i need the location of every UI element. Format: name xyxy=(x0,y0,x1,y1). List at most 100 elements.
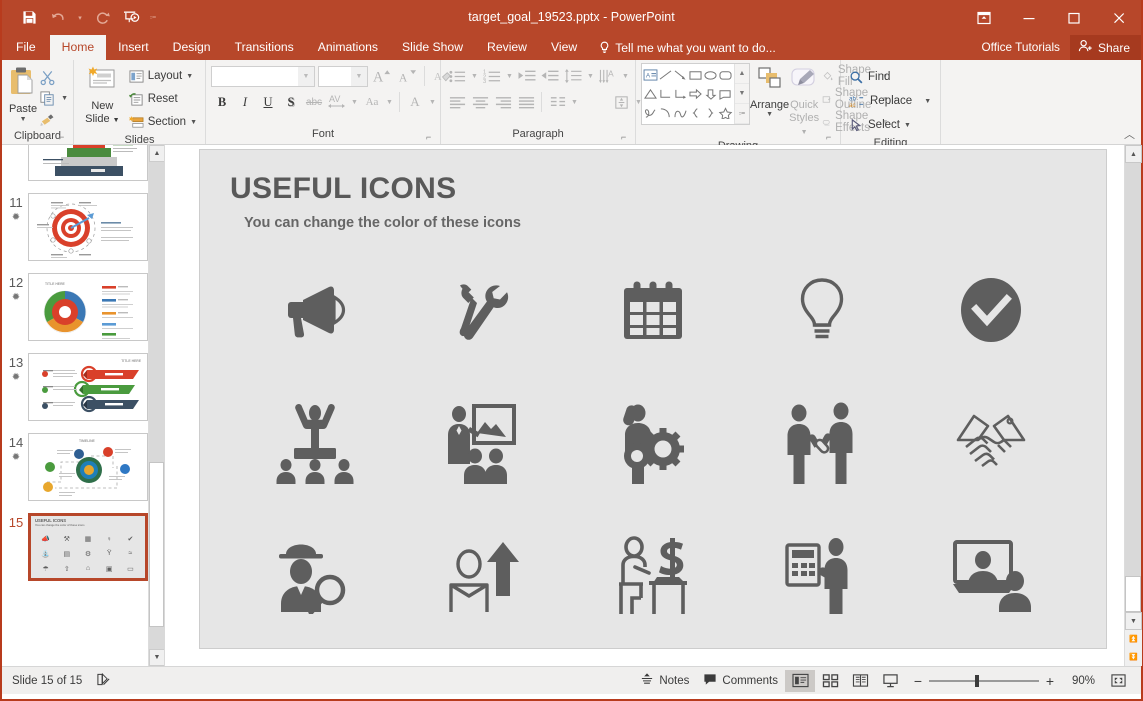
handshake-icon[interactable] xyxy=(907,386,1076,501)
thumbnail-frame-14[interactable]: TIMELINE xyxy=(28,433,148,501)
shape-elbow-arrow-icon[interactable] xyxy=(673,84,688,103)
thumbnail-slide-13[interactable]: 13✹ TITLE HERE xyxy=(2,347,164,427)
save-icon[interactable] xyxy=(16,5,42,31)
lightbulb-icon[interactable] xyxy=(738,253,907,368)
line-spacing-button[interactable] xyxy=(562,65,584,87)
section-button[interactable]: Section ▼ xyxy=(126,111,200,133)
strikethrough-button[interactable]: abc xyxy=(303,91,325,113)
shape-rounded-rect-icon[interactable] xyxy=(718,65,733,84)
text-shadow-button[interactable]: S xyxy=(280,91,302,113)
zoom-out-button[interactable]: − xyxy=(913,673,923,689)
slide-thumbnail-pane[interactable]: 10✹ TITLE HERE xyxy=(2,145,165,666)
arrange-button[interactable]: Arrange ▼ xyxy=(750,63,789,118)
text-direction-dropdown-icon[interactable]: ▼ xyxy=(620,65,631,87)
thumb-scroll-up-icon[interactable]: ▲ xyxy=(149,145,165,162)
underline-button[interactable]: U xyxy=(257,91,279,113)
thumbnail-slide-14[interactable]: 14✹ TIMELINE xyxy=(2,427,164,507)
redo-icon[interactable] xyxy=(89,5,115,31)
tab-insert[interactable]: Insert xyxy=(106,35,160,60)
font-size-combo[interactable]: ▼ xyxy=(318,66,368,87)
font-name-dropdown-icon[interactable]: ▼ xyxy=(298,67,314,86)
thumbnail-frame-12[interactable]: TITLE HERE xyxy=(28,273,148,341)
bullets-dropdown-icon[interactable]: ▼ xyxy=(469,65,480,87)
megaphone-icon[interactable] xyxy=(230,253,399,368)
thumb-scroll-handle[interactable] xyxy=(149,462,164,627)
comments-button[interactable]: Comments xyxy=(696,669,785,693)
thumb-scroll-track[interactable] xyxy=(149,162,164,649)
character-spacing-dropdown-icon[interactable]: ▼ xyxy=(349,91,360,113)
clipboard-dialog-launcher[interactable]: ⌐ xyxy=(59,133,68,142)
numbering-dropdown-icon[interactable]: ▼ xyxy=(504,65,515,87)
thumbnail-scrollbar[interactable]: ▲ ▼ xyxy=(148,145,164,666)
close-icon[interactable] xyxy=(1096,0,1141,35)
shapes-gallery[interactable]: A xyxy=(641,63,750,125)
arrange-dropdown-icon[interactable]: ▼ xyxy=(766,111,773,118)
slide-scroll-down-icon[interactable]: ▼ xyxy=(1125,612,1142,630)
slide-scroll-handle[interactable] xyxy=(1125,576,1141,612)
shape-right-brace-icon[interactable] xyxy=(703,104,718,123)
decrease-font-size-button[interactable]: A xyxy=(396,65,418,87)
thumbnail-slide-11[interactable]: 11✹ xyxy=(2,187,164,267)
paste-button[interactable]: Paste ▼ xyxy=(7,63,39,123)
zoom-slider-handle[interactable] xyxy=(975,675,979,687)
thumbnail-slide-15[interactable]: 15 USEFUL ICONS You can change the color… xyxy=(2,507,164,587)
detective-magnifier-icon[interactable] xyxy=(230,518,399,633)
shapes-scroll-up-icon[interactable]: ▲ xyxy=(735,64,749,84)
share-button[interactable]: Share xyxy=(1070,35,1141,60)
font-size-dropdown-icon[interactable]: ▼ xyxy=(351,67,367,86)
thumbnail-frame-10[interactable]: TITLE HERE xyxy=(28,145,148,181)
align-text-button[interactable] xyxy=(610,91,632,113)
reading-view-button[interactable] xyxy=(845,670,875,692)
text-direction-button[interactable]: A xyxy=(597,65,619,87)
thumbnail-slide-10[interactable]: 10✹ TITLE HERE xyxy=(2,145,164,187)
zoom-percent[interactable]: 90% xyxy=(1061,675,1095,687)
font-color-button[interactable]: A xyxy=(404,91,426,113)
find-button[interactable]: Find xyxy=(846,66,934,88)
numbering-button[interactable]: 123 xyxy=(481,65,503,87)
person-arrow-up-icon[interactable] xyxy=(399,518,568,633)
select-dropdown-icon[interactable]: ▼ xyxy=(904,122,911,129)
align-center-button[interactable] xyxy=(469,91,491,113)
slide-subtitle[interactable]: You can change the color of these icons xyxy=(244,215,1076,231)
thumbnail-frame-13[interactable]: TITLE HERE xyxy=(28,353,148,421)
shape-star-icon[interactable] xyxy=(718,104,733,123)
undo-dropdown-icon[interactable]: ▾ xyxy=(74,5,86,31)
hammer-wrench-icon[interactable] xyxy=(399,253,568,368)
increase-indent-button[interactable] xyxy=(539,65,561,87)
layout-dropdown-icon[interactable]: ▼ xyxy=(186,73,193,80)
justify-button[interactable] xyxy=(515,91,537,113)
zoom-slider[interactable] xyxy=(929,680,1039,682)
line-spacing-dropdown-icon[interactable]: ▼ xyxy=(585,65,596,87)
change-case-dropdown-icon[interactable]: ▼ xyxy=(384,91,395,113)
leader-podium-icon[interactable] xyxy=(230,386,399,501)
tab-design[interactable]: Design xyxy=(161,35,223,60)
bullets-button[interactable] xyxy=(446,65,468,87)
normal-view-button[interactable] xyxy=(785,670,815,692)
shape-elbow-connector-icon[interactable] xyxy=(658,84,673,103)
paragraph-dialog-launcher[interactable]: ⌐ xyxy=(621,133,630,142)
shapes-scroll-down-icon[interactable]: ▼ xyxy=(735,84,749,104)
shape-arc-icon[interactable] xyxy=(658,104,673,123)
columns-button[interactable] xyxy=(546,91,568,113)
calendar-icon[interactable] xyxy=(568,253,737,368)
thumbnail-frame-11[interactable] xyxy=(28,193,148,261)
start-presentation-icon[interactable] xyxy=(118,5,144,31)
next-slide-icon[interactable]: ⏬ xyxy=(1125,648,1142,666)
italic-button[interactable]: I xyxy=(234,91,256,113)
shape-triangle-icon[interactable] xyxy=(643,84,658,103)
shape-arrow-icon[interactable] xyxy=(673,65,688,84)
align-right-button[interactable] xyxy=(492,91,514,113)
drawing-dialog-launcher[interactable]: ⌐ xyxy=(826,133,835,142)
tab-review[interactable]: Review xyxy=(475,35,539,60)
font-color-dropdown-icon[interactable]: ▼ xyxy=(427,91,438,113)
new-slide-button[interactable]: New Slide ▼ xyxy=(79,63,126,127)
shape-curve-icon[interactable] xyxy=(673,104,688,123)
shapes-more-icon[interactable]: ⩴ xyxy=(735,104,749,124)
align-left-button[interactable] xyxy=(446,91,468,113)
shape-rectangle-icon[interactable] xyxy=(688,65,703,84)
character-spacing-button[interactable]: AV xyxy=(326,91,348,113)
bold-button[interactable]: B xyxy=(211,91,233,113)
minimize-icon[interactable] xyxy=(1006,0,1051,35)
increase-font-size-button[interactable]: A xyxy=(371,65,393,87)
copy-dropdown-icon[interactable]: ▼ xyxy=(61,95,68,102)
